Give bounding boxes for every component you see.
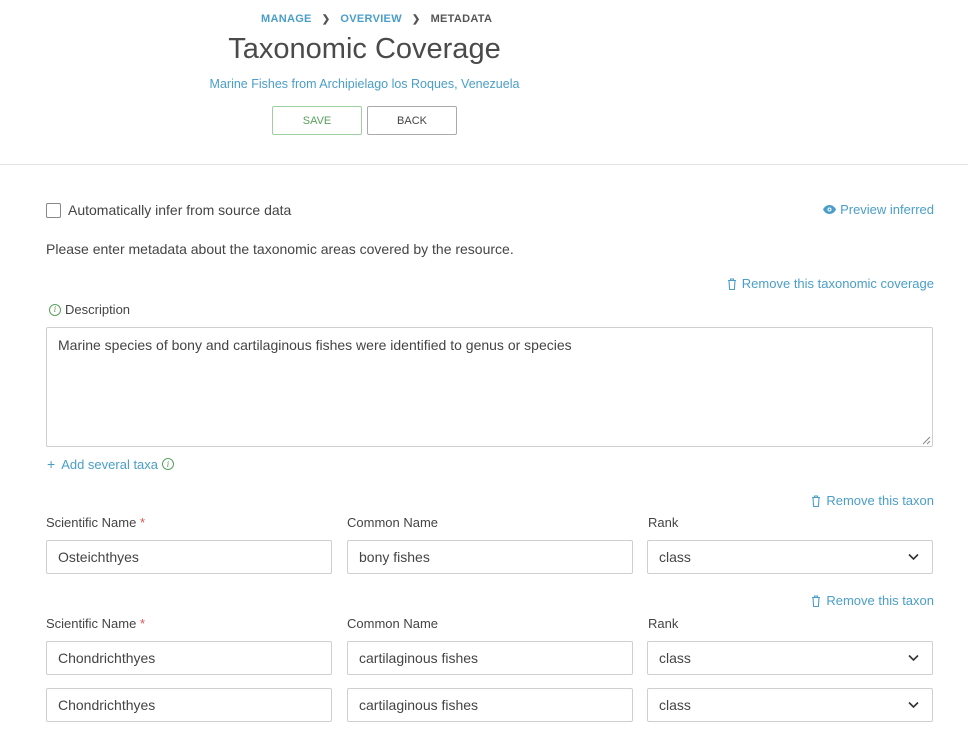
common-name-input[interactable]: bony fishes [347, 540, 633, 574]
page-header: MANAGE ❯ OVERVIEW ❯ METADATA Taxonomic C… [0, 0, 968, 165]
eye-icon [823, 205, 837, 214]
infer-option[interactable]: Automatically infer from source data [46, 202, 291, 218]
back-button[interactable]: BACK [367, 106, 457, 135]
rank-label: Rank [648, 515, 679, 530]
description-textarea[interactable]: Marine species of bony and cartilaginous… [46, 327, 933, 447]
scientific-name-label-text: Scientific Name [46, 616, 137, 631]
info-icon[interactable]: i [49, 303, 61, 316]
rank-value: class [659, 549, 691, 565]
page-title: Taxonomic Coverage [228, 33, 501, 65]
required-mark: * [139, 616, 145, 631]
chevron-down-icon [908, 553, 919, 561]
remove-coverage-link[interactable]: Remove this taxonomic coverage [727, 276, 934, 291]
preview-label: Preview inferred [840, 202, 934, 217]
remove-taxon-link[interactable]: Remove this taxon [811, 493, 934, 508]
remove-taxon-link[interactable]: Remove this taxon [811, 593, 934, 608]
description-label-text: Description [65, 302, 131, 317]
scientific-name-input[interactable]: Chondrichthyes [46, 641, 332, 675]
common-name-label: Common Name [347, 515, 439, 530]
breadcrumb-manage[interactable]: MANAGE [261, 13, 312, 25]
trash-icon [812, 594, 821, 607]
chevron-right-icon: ❯ [411, 13, 421, 25]
remove-taxon-label: Remove this taxon [826, 493, 934, 508]
trash-icon [727, 277, 736, 290]
save-button[interactable]: SAVE [272, 106, 362, 135]
plus-icon: + [47, 456, 56, 472]
rank-value: class [659, 650, 691, 666]
breadcrumb: MANAGE ❯ OVERVIEW ❯ METADATA [261, 13, 492, 25]
common-name-label: Common Name [347, 616, 439, 631]
chevron-down-icon [908, 654, 919, 662]
chevron-down-icon [908, 701, 919, 709]
rank-select[interactable]: class [647, 540, 933, 574]
chevron-right-icon: ❯ [321, 13, 331, 25]
scientific-name-label: Scientific Name * [46, 515, 145, 530]
resize-grip-icon[interactable] [922, 436, 931, 445]
add-several-taxa-link[interactable]: + Add several taxa i [47, 456, 175, 472]
rank-select[interactable]: class [647, 688, 933, 722]
info-icon[interactable]: i [162, 458, 175, 470]
common-name-input[interactable]: cartilaginous fishes [347, 641, 633, 675]
resource-subtitle[interactable]: Marine Fishes from Archipielago los Roqu… [0, 77, 729, 91]
breadcrumb-current: METADATA [430, 13, 493, 25]
trash-icon [812, 494, 821, 507]
scientific-name-input[interactable]: Chondrichthyes [46, 688, 332, 722]
remove-taxon-label: Remove this taxon [826, 593, 934, 608]
common-name-input[interactable]: cartilaginous fishes [347, 688, 633, 722]
scientific-name-input[interactable]: Osteichthyes [46, 540, 332, 574]
scientific-name-label: Scientific Name * [46, 616, 145, 631]
description-label: i Description [49, 302, 130, 317]
preview-inferred-link[interactable]: Preview inferred [823, 202, 934, 217]
breadcrumb-overview[interactable]: OVERVIEW [340, 13, 402, 25]
infer-label: Automatically infer from source data [68, 202, 292, 218]
rank-label: Rank [648, 616, 679, 631]
remove-coverage-label: Remove this taxonomic coverage [741, 276, 934, 291]
add-several-label: Add several taxa [61, 456, 159, 472]
scientific-name-label-text: Scientific Name [46, 515, 137, 530]
rank-value: class [659, 697, 691, 713]
required-mark: * [139, 515, 145, 530]
rank-select[interactable]: class [647, 641, 933, 675]
infer-checkbox[interactable] [46, 202, 61, 218]
intro-text: Please enter metadata about the taxonomi… [46, 241, 514, 257]
